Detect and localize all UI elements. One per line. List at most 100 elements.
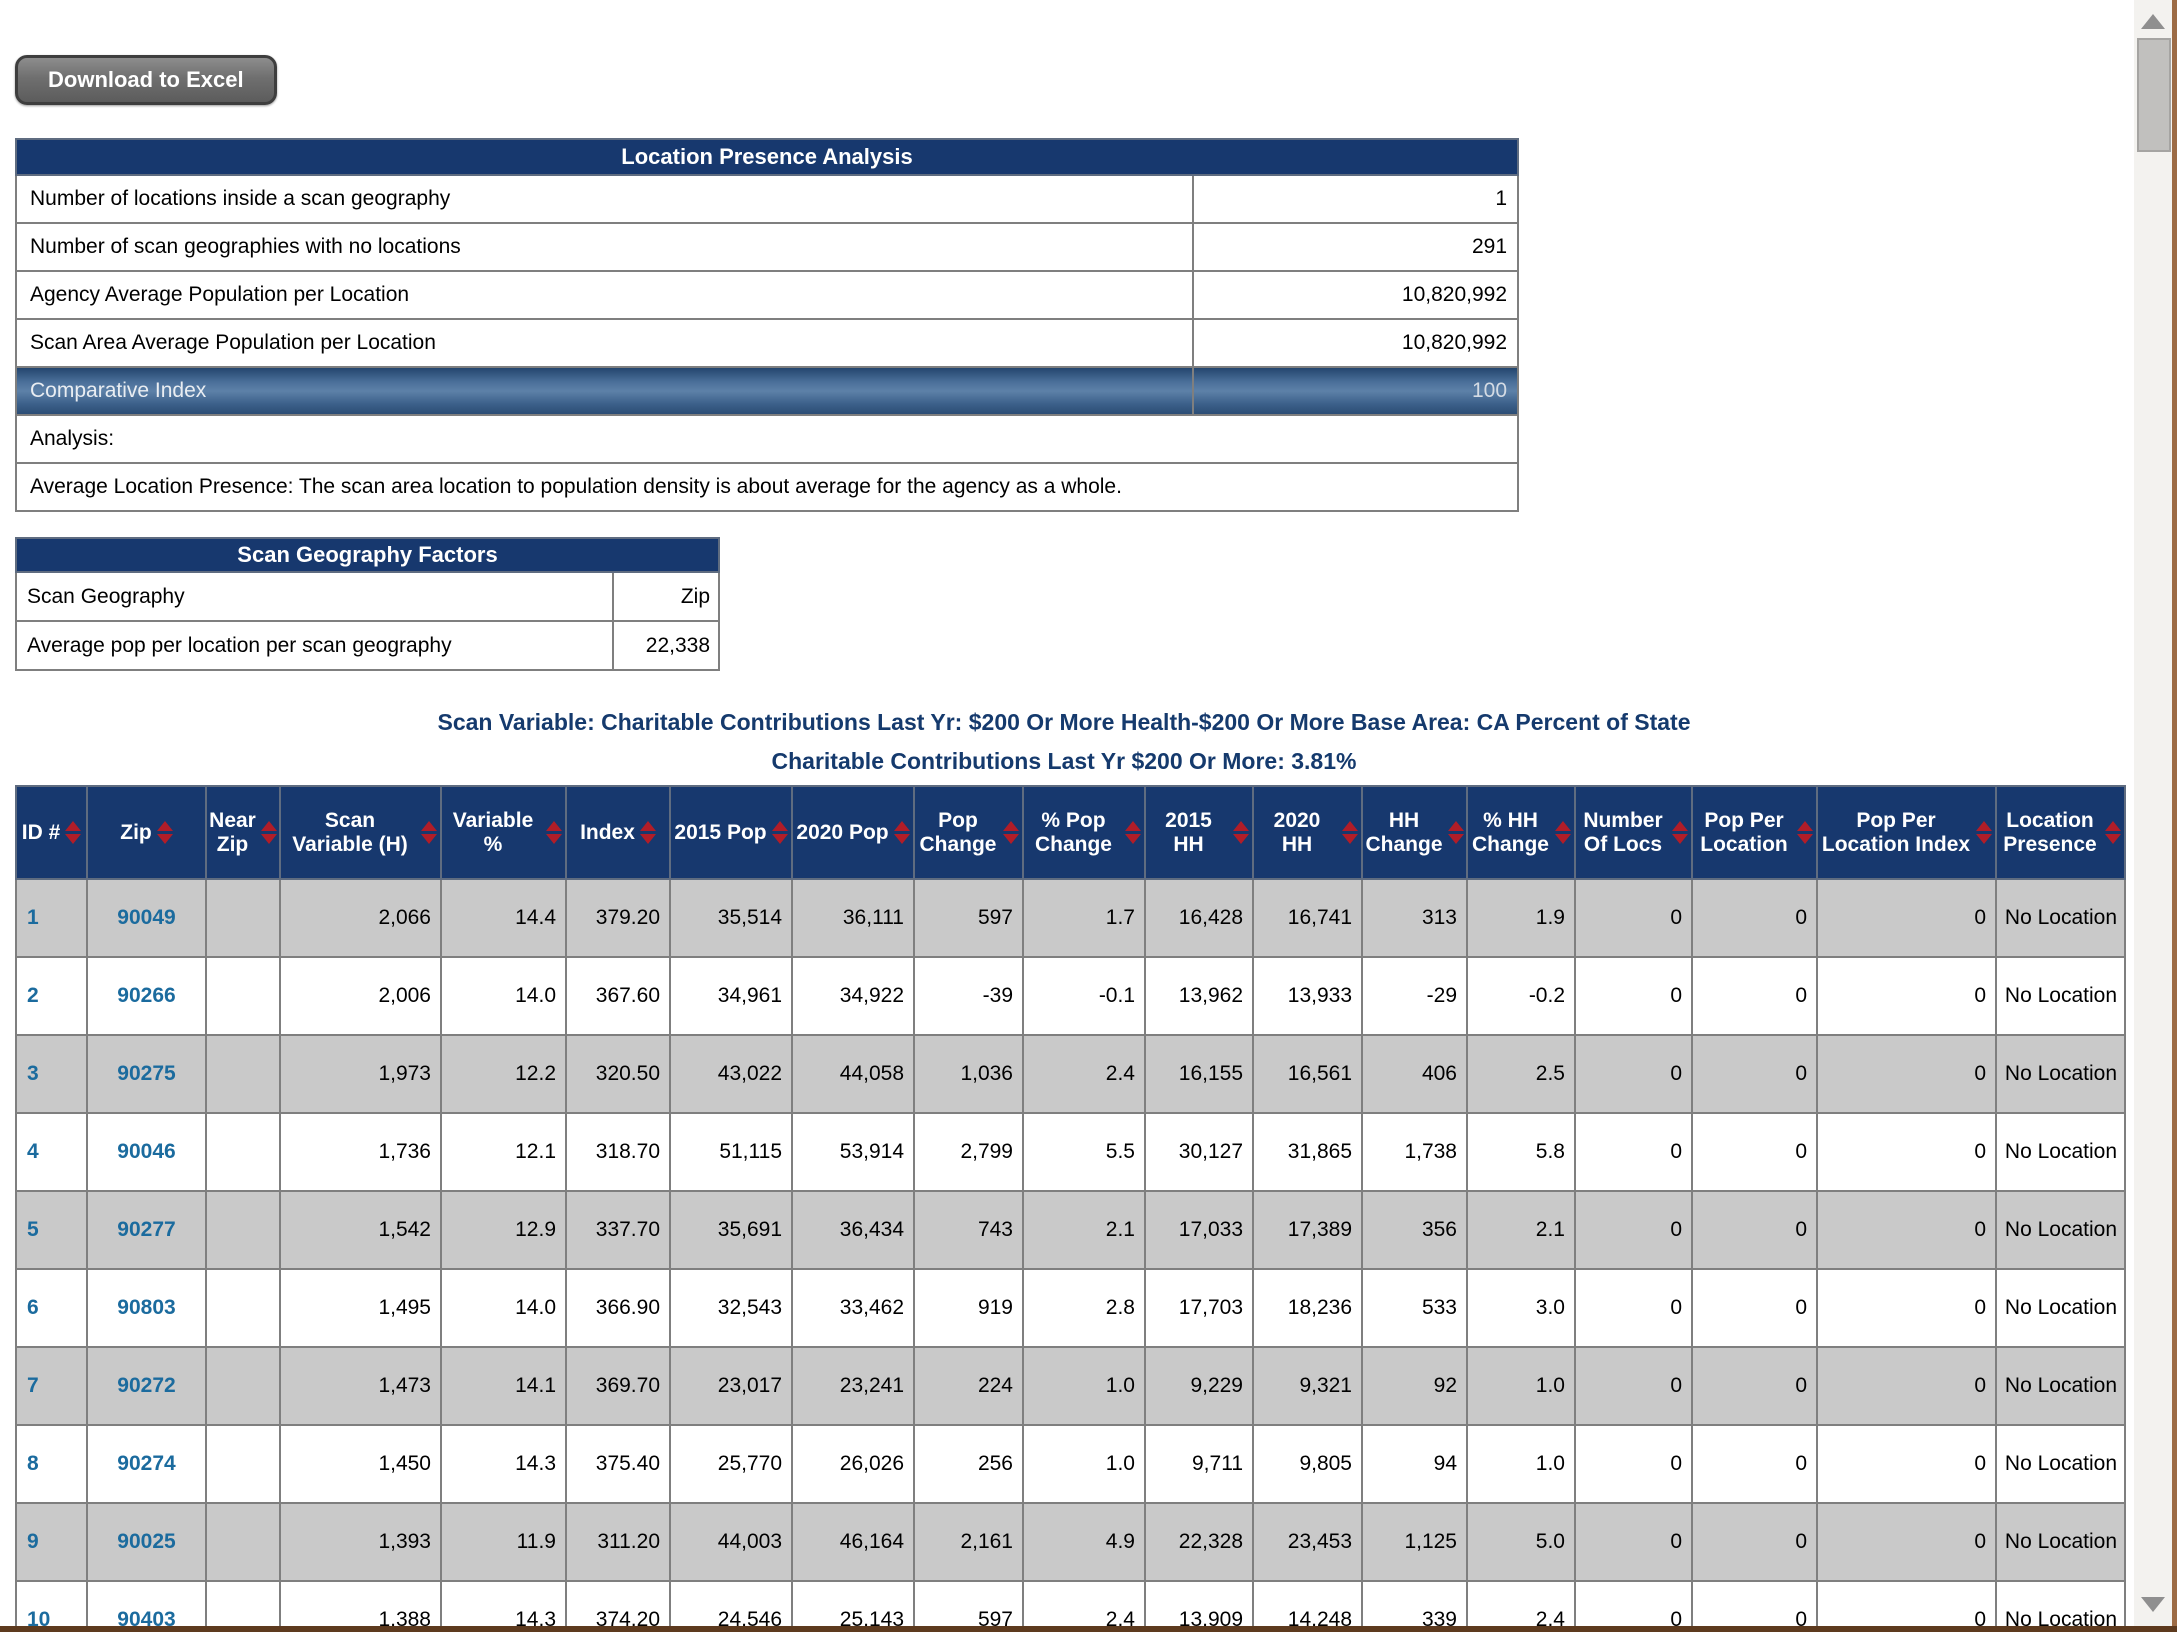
zip-code-link[interactable]: 90272 <box>117 1374 175 1397</box>
cell-pop-change: 1.0 <box>1023 1425 1145 1503</box>
sort-icon[interactable] <box>1233 821 1249 844</box>
column-header-2015-pop[interactable]: 2015 Pop <box>670 786 792 879</box>
sort-icon[interactable] <box>1797 821 1813 844</box>
sort-icon[interactable] <box>1003 821 1019 844</box>
sort-icon[interactable] <box>261 821 277 844</box>
zip-code-link[interactable]: 90803 <box>117 1296 175 1319</box>
metric-label: Number of locations inside a scan geogra… <box>16 175 1193 223</box>
column-header-index[interactable]: Index <box>566 786 670 879</box>
zip-code-link[interactable]: 90275 <box>117 1062 175 1085</box>
row-id-link[interactable]: 1 <box>27 906 39 929</box>
column-header-label: Location Presence <box>2000 809 2100 856</box>
analysis-metric-row: Number of locations inside a scan geogra… <box>16 175 1518 223</box>
sort-icon[interactable] <box>1342 821 1358 844</box>
cell-id: 3 <box>16 1035 87 1113</box>
scrollbar-up-arrow-icon[interactable] <box>2141 14 2165 29</box>
cell-scan-variable-h: 2,006 <box>280 957 441 1035</box>
scan-variable-title-line2: Charitable Contributions Last Yr $200 Or… <box>0 742 2128 781</box>
row-id-link[interactable]: 9 <box>27 1530 39 1553</box>
column-header-2020-hh[interactable]: 2020 HH <box>1253 786 1362 879</box>
metric-value: 291 <box>1193 223 1518 271</box>
column-header-scan-variable-h[interactable]: Scan Variable (H) <box>280 786 441 879</box>
scrollbar-down-arrow-icon[interactable] <box>2141 1597 2165 1612</box>
sort-up-triangle-icon <box>2105 821 2121 831</box>
cell-zip: 90277 <box>87 1191 206 1269</box>
zip-code-link[interactable]: 90046 <box>117 1140 175 1163</box>
row-id-link[interactable]: 8 <box>27 1452 39 1475</box>
zip-code-link[interactable]: 90274 <box>117 1452 175 1475</box>
sort-icon[interactable] <box>546 821 562 844</box>
cell-pop-change: 5.5 <box>1023 1113 1145 1191</box>
sort-icon[interactable] <box>1125 821 1141 844</box>
column-header-hh-change[interactable]: HH Change <box>1362 786 1467 879</box>
zip-code-link[interactable]: 90266 <box>117 984 175 1007</box>
column-header-pop-change[interactable]: Pop Change <box>914 786 1023 879</box>
sort-icon[interactable] <box>65 821 81 844</box>
cell-pop-per-location-index: 0 <box>1817 1113 1996 1191</box>
cell-scan-variable-h: 1,495 <box>280 1269 441 1347</box>
metric-label: Number of scan geographies with no locat… <box>16 223 1193 271</box>
cell-pop-change: -0.1 <box>1023 957 1145 1035</box>
zip-code-link[interactable]: 90049 <box>117 906 175 929</box>
download-to-excel-button[interactable]: Download to Excel <box>15 55 277 105</box>
column-header-zip[interactable]: Zip <box>87 786 206 879</box>
column-header-variable[interactable]: Variable % <box>441 786 566 879</box>
table-row: 2902662,00614.0367.6034,96134,922-39-0.1… <box>16 957 2125 1035</box>
row-id-link[interactable]: 4 <box>27 1140 39 1163</box>
column-header-hh-change[interactable]: % HH Change <box>1467 786 1575 879</box>
sort-icon[interactable] <box>2105 821 2121 844</box>
zip-code-link[interactable]: 90025 <box>117 1530 175 1553</box>
row-id-link[interactable]: 7 <box>27 1374 39 1397</box>
sort-up-triangle-icon <box>1672 821 1688 831</box>
cell-2015-hh: 22,328 <box>1145 1503 1253 1581</box>
cell-hh-change: 1,738 <box>1362 1113 1467 1191</box>
column-header-pop-per-location-index[interactable]: Pop Per Location Index <box>1817 786 1996 879</box>
cell-hh-change: 339 <box>1362 1581 1467 1632</box>
table-row: 6908031,49514.0366.9032,54333,4629192.81… <box>16 1269 2125 1347</box>
sort-icon[interactable] <box>421 821 437 844</box>
sort-down-triangle-icon <box>1555 834 1571 844</box>
row-id-link[interactable]: 5 <box>27 1218 39 1241</box>
sort-icon[interactable] <box>1555 821 1571 844</box>
scrollbar-thumb[interactable] <box>2137 38 2171 152</box>
sort-icon[interactable] <box>894 821 910 844</box>
sort-icon[interactable] <box>1976 821 1992 844</box>
cell-hh-change: 533 <box>1362 1269 1467 1347</box>
sort-icon[interactable] <box>1672 821 1688 844</box>
sort-icon[interactable] <box>1448 821 1464 844</box>
column-header-pop-change[interactable]: % Pop Change <box>1023 786 1145 879</box>
zip-code-link[interactable]: 90277 <box>117 1218 175 1241</box>
column-header-2015-hh[interactable]: 2015 HH <box>1145 786 1253 879</box>
cell-2015-pop: 35,514 <box>670 879 792 957</box>
cell-index: 366.90 <box>566 1269 670 1347</box>
row-id-link[interactable]: 6 <box>27 1296 39 1319</box>
cell-2015-pop: 34,961 <box>670 957 792 1035</box>
cell-location-presence: No Location <box>1996 1191 2125 1269</box>
cell-variable: 11.9 <box>441 1503 566 1581</box>
sort-down-triangle-icon <box>65 834 81 844</box>
sort-icon[interactable] <box>772 821 788 844</box>
vertical-scrollbar[interactable] <box>2134 0 2172 1626</box>
row-id-link[interactable]: 2 <box>27 984 39 1007</box>
column-header-near-zip[interactable]: Near Zip <box>206 786 280 879</box>
cell-pop-per-location: 0 <box>1692 1347 1817 1425</box>
cell-2020-pop: 36,111 <box>792 879 914 957</box>
cell-index: 379.20 <box>566 879 670 957</box>
sort-up-triangle-icon <box>894 821 910 831</box>
column-header-location-presence[interactable]: Location Presence <box>1996 786 2125 879</box>
sort-down-triangle-icon <box>1976 834 1992 844</box>
column-header-number-of-locs[interactable]: Number Of Locs <box>1575 786 1692 879</box>
cell-2020-hh: 13,933 <box>1253 957 1362 1035</box>
column-header-2020-pop[interactable]: 2020 Pop <box>792 786 914 879</box>
column-header-id[interactable]: ID # <box>16 786 87 879</box>
cell-index: 320.50 <box>566 1035 670 1113</box>
cell-pop-per-location-index: 0 <box>1817 1581 1996 1632</box>
cell-pop-change: 2.4 <box>1023 1581 1145 1632</box>
column-header-pop-per-location[interactable]: Pop Per Location <box>1692 786 1817 879</box>
sort-icon[interactable] <box>640 821 656 844</box>
sort-icon[interactable] <box>157 821 173 844</box>
column-header-label: Pop Change <box>918 809 998 856</box>
row-id-link[interactable]: 3 <box>27 1062 39 1085</box>
cell-pop-per-location: 0 <box>1692 1035 1817 1113</box>
cell-number-of-locs: 0 <box>1575 1035 1692 1113</box>
